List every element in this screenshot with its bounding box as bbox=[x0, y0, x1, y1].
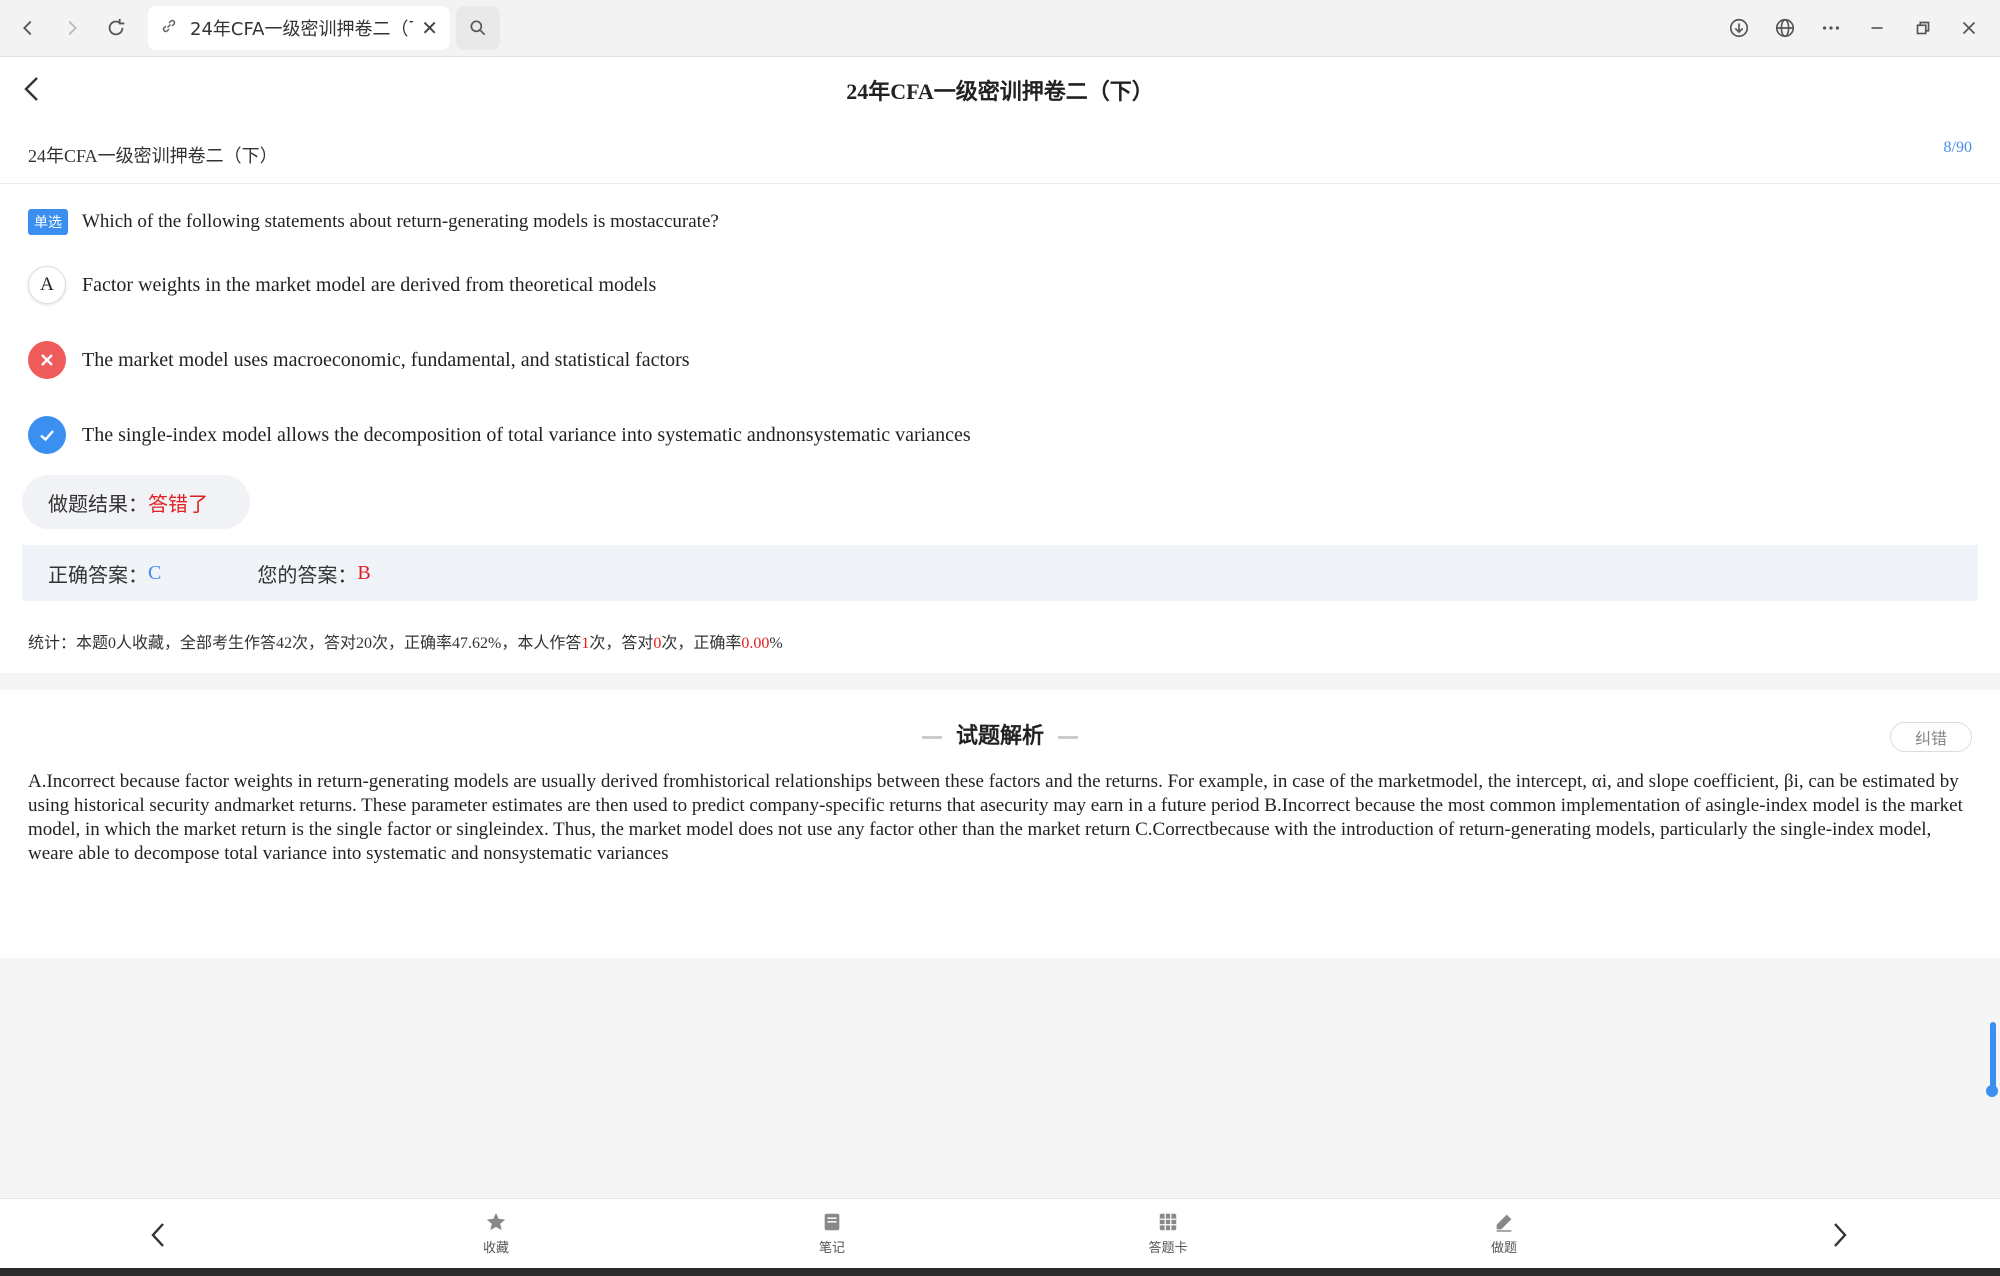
option-b-text: The market model uses macroeconomic, fun… bbox=[82, 348, 690, 371]
close-tab-icon[interactable]: ✕ bbox=[421, 16, 438, 40]
favorite-button[interactable]: 收藏 bbox=[456, 1211, 536, 1256]
result-value: 答错了 bbox=[148, 491, 208, 516]
browser-tab[interactable]: 24年CFA一级密训押卷二（下） ✕ bbox=[148, 6, 450, 50]
browser-toolbar: 24年CFA一级密训押卷二（下） ✕ bbox=[0, 0, 2000, 57]
exam-subtitle: 24年CFA一级密训押卷二（下） bbox=[28, 146, 278, 166]
question-type-badge: 单选 bbox=[28, 209, 68, 235]
option-c-text: The single-index model allows the decomp… bbox=[82, 423, 971, 446]
grid-icon bbox=[1159, 1213, 1177, 1231]
report-error-button[interactable]: 纠错 bbox=[1890, 722, 1972, 752]
stats-part-3: 次，正确率 bbox=[661, 635, 742, 652]
exam-info-row: 24年CFA一级密训押卷二（下） 8/90 bbox=[0, 127, 2000, 184]
statistics-line: 统计：本题0人收藏，全部考生作答42次，答对20次，正确率47.62%，本人作答… bbox=[28, 629, 783, 653]
answer-card-button[interactable]: 答题卡 bbox=[1128, 1211, 1208, 1256]
globe-icon[interactable] bbox=[1762, 6, 1808, 50]
analysis-section: 试题解析 纠错 A.Incorrect because factor weigh… bbox=[0, 690, 2000, 958]
bottom-navigation: 收藏 笔记 答题卡 做题 bbox=[0, 1198, 2000, 1268]
analysis-heading: 试题解析 bbox=[0, 718, 2000, 750]
more-icon[interactable] bbox=[1808, 6, 1854, 50]
stats-my-rate: 0.00 bbox=[741, 635, 770, 652]
notes-button[interactable]: 笔记 bbox=[792, 1211, 872, 1256]
download-icon[interactable] bbox=[1716, 6, 1762, 50]
option-a[interactable]: A Factor weights in the market model are… bbox=[28, 266, 656, 304]
previous-question-icon[interactable] bbox=[140, 1217, 176, 1253]
minimize-icon[interactable] bbox=[1854, 6, 1900, 50]
taskbar-strip bbox=[0, 1268, 2000, 1276]
correct-answer-label: 正确答案： bbox=[48, 562, 148, 587]
search-icon[interactable] bbox=[456, 6, 500, 50]
your-answer-value: B bbox=[357, 561, 371, 584]
notes-label: 笔记 bbox=[818, 1241, 845, 1256]
divider bbox=[921, 735, 942, 739]
practice-label: 做题 bbox=[1490, 1241, 1517, 1256]
option-a-text: Factor weights in the market model are d… bbox=[82, 273, 657, 296]
forward-icon[interactable] bbox=[50, 6, 94, 50]
scrollbar-handle[interactable] bbox=[1986, 1085, 1998, 1097]
result-label: 做题结果： bbox=[48, 491, 148, 516]
analysis-title: 试题解析 bbox=[955, 724, 1044, 749]
result-badge: 做题结果： 答错了 bbox=[22, 475, 250, 529]
answer-card-label: 答题卡 bbox=[1148, 1241, 1188, 1256]
your-answer-label: 您的答案： bbox=[257, 562, 358, 587]
practice-button[interactable]: 做题 bbox=[1464, 1211, 1544, 1256]
question-text: Which of the following statements about … bbox=[82, 211, 719, 232]
answer-summary: 正确答案： C 您的答案： B bbox=[22, 545, 1978, 601]
check-mark-icon bbox=[28, 416, 66, 454]
stats-part-1: 统计：本题0人收藏，全部考生作答42次，答对20次，正确率47.62%，本人作答 bbox=[28, 635, 582, 652]
reload-icon[interactable] bbox=[94, 6, 138, 50]
notes-icon bbox=[824, 1213, 840, 1231]
option-a-mark: A bbox=[28, 266, 66, 304]
wrong-mark-icon bbox=[28, 341, 66, 379]
close-window-icon[interactable] bbox=[1946, 6, 1992, 50]
analysis-text: A.Incorrect because factor weights in re… bbox=[28, 771, 1963, 864]
restore-icon[interactable] bbox=[1900, 6, 1946, 50]
stats-part-2: 次，答对 bbox=[589, 635, 654, 652]
option-c[interactable]: The single-index model allows the decomp… bbox=[28, 416, 971, 454]
correct-answer-value: C bbox=[148, 561, 162, 584]
option-b[interactable]: The market model uses macroeconomic, fun… bbox=[28, 341, 690, 379]
star-icon bbox=[486, 1212, 506, 1231]
pencil-icon bbox=[1496, 1214, 1512, 1232]
question-card: 24年CFA一级密训押卷二（下） 8/90 单选 Which of the fo… bbox=[0, 127, 2000, 673]
back-icon[interactable] bbox=[6, 6, 50, 50]
page-title: 24年CFA一级密训押卷二（下） bbox=[846, 79, 1154, 104]
stats-part-4: % bbox=[769, 635, 783, 652]
link-icon bbox=[160, 17, 178, 40]
next-question-icon[interactable] bbox=[1822, 1217, 1858, 1253]
divider bbox=[1058, 735, 1078, 739]
tab-title: 24年CFA一级密训押卷二（下） bbox=[190, 19, 413, 40]
page-header: 24年CFA一级密训押卷二（下） bbox=[0, 57, 2000, 127]
favorite-label: 收藏 bbox=[482, 1241, 509, 1256]
question-counter: 8/90 bbox=[1943, 139, 1972, 156]
question-stem: 单选 Which of the following statements abo… bbox=[28, 209, 719, 235]
